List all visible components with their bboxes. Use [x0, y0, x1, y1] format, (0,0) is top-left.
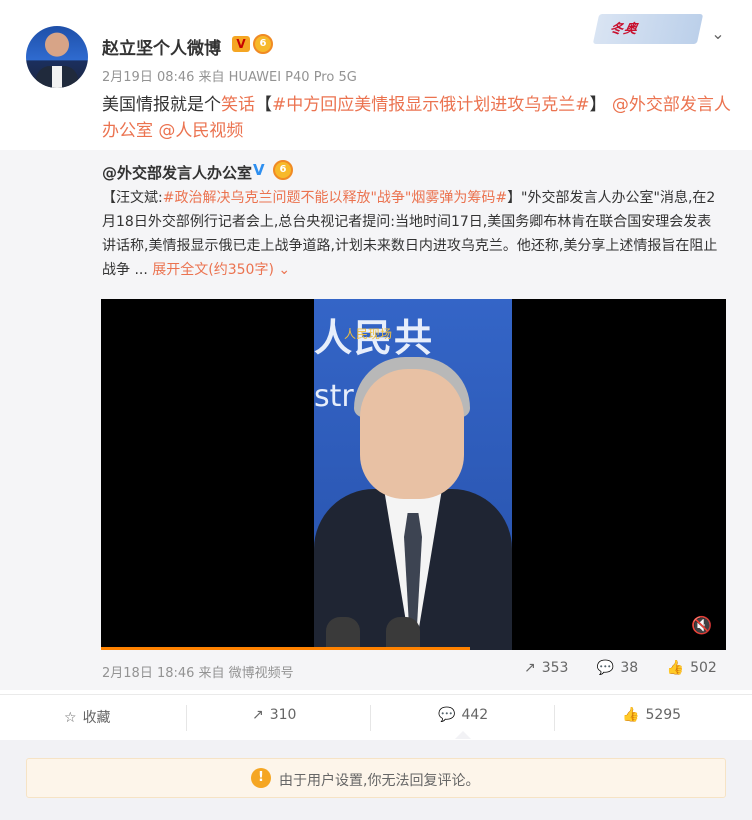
- repost-date: 2月18日 18:46 来自 微博视频号: [102, 666, 294, 681]
- repost-level-badge-icon: 6: [273, 160, 293, 180]
- like-count: 5295: [645, 707, 682, 723]
- post-bracket-close: 】: [589, 95, 607, 115]
- repost-like-count: 502: [690, 660, 717, 676]
- like-icon: 👍: [666, 660, 685, 676]
- post-topic-link[interactable]: #中方回应美情报显示俄计划进攻乌克兰#: [272, 95, 590, 115]
- repost-share-button[interactable]: ↗ 353: [524, 660, 568, 676]
- author-name[interactable]: 赵立坚个人微博: [102, 34, 221, 59]
- action-divider: [370, 705, 371, 731]
- repost-comment-count: 38: [620, 660, 639, 676]
- speaker-face: [360, 369, 464, 499]
- expand-chevron-icon[interactable]: ⌄: [278, 262, 290, 278]
- verified-badge-icon: V: [232, 36, 250, 52]
- notice-message: 由于用户设置,你无法回复评论。: [279, 773, 480, 789]
- video-progress-bar[interactable]: [101, 647, 470, 650]
- warning-icon: !: [251, 768, 271, 788]
- post-text: 美国情报就是个笑话【#中方回应美情报显示俄计划进攻乌克兰#】 @外交部发言人办公…: [102, 92, 732, 144]
- action-divider: [554, 705, 555, 731]
- share-count: 310: [269, 707, 297, 723]
- repost-text: 【汪文斌:#政治解决乌克兰问题不能以释放"战争"烟雾弹为筹码#】"外交部发言人办…: [102, 186, 724, 282]
- mention-link-peoples-video[interactable]: @人民视频: [158, 121, 243, 141]
- video-frame: 人民共 str Fo 人民现场: [314, 299, 512, 650]
- weibo-post-card: 赵立坚个人微博 V 6 2月19日 08:46 来自 HUAWEI P40 Pr…: [0, 0, 752, 740]
- repost-author[interactable]: @外交部发言人办公室: [102, 162, 252, 183]
- favorite-button[interactable]: ☆ 收藏: [64, 707, 111, 727]
- mute-icon[interactable]: 🔇: [691, 615, 713, 637]
- avatar-shirt: [52, 66, 62, 88]
- video-player[interactable]: 人民共 str Fo 人民现场 🔇: [101, 299, 726, 650]
- comment-restriction-notice: ! 由于用户设置,你无法回复评论。: [26, 758, 726, 798]
- comment-icon: 💬: [438, 707, 456, 723]
- decoration-badge: 冬奥: [592, 14, 704, 44]
- post-text-joke: 笑话: [221, 95, 255, 115]
- like-icon: 👍: [622, 707, 640, 723]
- chevron-down-icon[interactable]: ⌄: [708, 24, 728, 44]
- level-badge-icon: 6: [253, 34, 273, 54]
- post-bracket-open: 【: [255, 95, 272, 115]
- expand-full-text-link[interactable]: 展开全文(约350字): [152, 262, 274, 278]
- post-meta: 2月19日 08:46 来自 HUAWEI P40 Pro 5G: [102, 70, 357, 85]
- video-watermark: 人民现场: [344, 327, 393, 341]
- repost-stats: ↗ 353 💬 38 👍 502: [524, 660, 717, 676]
- comment-count: 442: [461, 707, 489, 723]
- share-button[interactable]: ↗ 310: [252, 707, 296, 723]
- action-bar: ☆ 收藏 ↗ 310 💬 442 👍 5295: [0, 694, 752, 740]
- repost-text-open: 【汪文斌:: [102, 190, 163, 206]
- repost-topic-link[interactable]: #政治解决乌克兰问题不能以释放"战争"烟雾弹为筹码#: [163, 190, 507, 206]
- comment-pointer: [455, 731, 471, 739]
- microphone-icon: [386, 617, 420, 650]
- microphone-icon: [326, 617, 360, 650]
- like-button[interactable]: 👍 5295: [622, 707, 681, 723]
- repost-like-button[interactable]: 👍 502: [667, 660, 717, 676]
- repost-share-count: 353: [541, 660, 569, 676]
- comment-icon: 💬: [596, 660, 615, 676]
- action-divider: [186, 705, 187, 731]
- repost-comment-button[interactable]: 💬 38: [597, 660, 638, 676]
- star-icon: ☆: [64, 710, 77, 726]
- author-avatar[interactable]: [26, 26, 88, 88]
- comment-button[interactable]: 💬 442: [438, 707, 488, 723]
- share-icon: ↗: [252, 707, 264, 723]
- favorite-label: 收藏: [82, 710, 111, 726]
- decoration-text: 冬奥: [608, 22, 640, 37]
- verified-blue-icon: V: [253, 161, 265, 179]
- post-text-prefix: 美国情报就是个: [102, 95, 221, 115]
- share-icon: ↗: [524, 660, 536, 676]
- repost-container: @外交部发言人办公室 V 6 【汪文斌:#政治解决乌克兰问题不能以释放"战争"烟…: [0, 150, 752, 690]
